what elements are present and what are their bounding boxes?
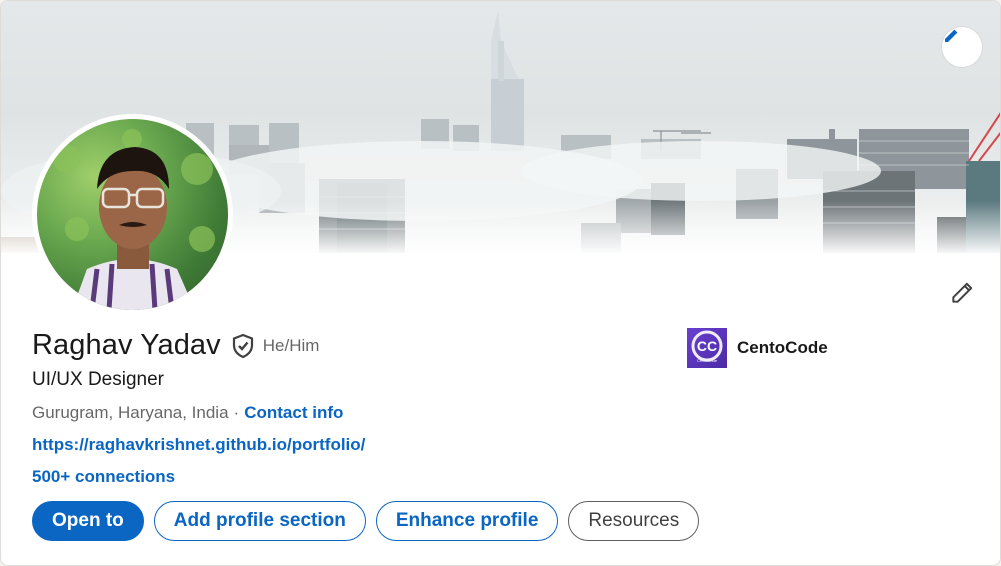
edit-intro-button[interactable] xyxy=(942,273,982,313)
svg-text:CC: CC xyxy=(697,338,717,354)
company-name: CentoCode xyxy=(737,338,828,357)
add-profile-section-button[interactable]: Add profile section xyxy=(153,501,366,541)
verified-shield-icon[interactable] xyxy=(231,333,255,359)
profile-photo[interactable] xyxy=(32,114,233,315)
name-row: Raghav Yadav He/Him xyxy=(32,329,319,362)
edit-banner-button[interactable] xyxy=(942,27,982,67)
profile-card: Raghav Yadav He/Him UI/UX Designer Gurug… xyxy=(0,0,1001,566)
separator: · xyxy=(233,403,240,422)
resources-button[interactable]: Resources xyxy=(568,501,700,541)
headline: UI/UX Designer xyxy=(32,369,164,390)
enhance-profile-button[interactable]: Enhance profile xyxy=(375,501,559,541)
profile-actions: Open to Add profile section Enhance prof… xyxy=(32,501,700,541)
profile-photo-image xyxy=(53,129,215,310)
pencil-icon xyxy=(952,282,973,303)
pronouns: He/Him xyxy=(262,335,320,355)
current-company[interactable]: CC CentoCode CentoCode xyxy=(687,328,828,368)
location-row: Gurugram, Haryana, India · Contact info xyxy=(32,403,343,423)
pencil-icon xyxy=(945,29,958,42)
profile-name: Raghav Yadav xyxy=(32,329,221,361)
website-link[interactable]: https://raghavkrishnet.github.io/portfol… xyxy=(32,435,365,455)
connections-link[interactable]: 500+ connections xyxy=(32,467,175,487)
company-logo: CC CentoCode xyxy=(687,328,727,368)
contact-info-link[interactable]: Contact info xyxy=(244,403,343,423)
open-to-button[interactable]: Open to xyxy=(32,501,144,541)
location: Gurugram, Haryana, India xyxy=(32,403,229,422)
svg-text:CentoCode: CentoCode xyxy=(697,358,718,363)
